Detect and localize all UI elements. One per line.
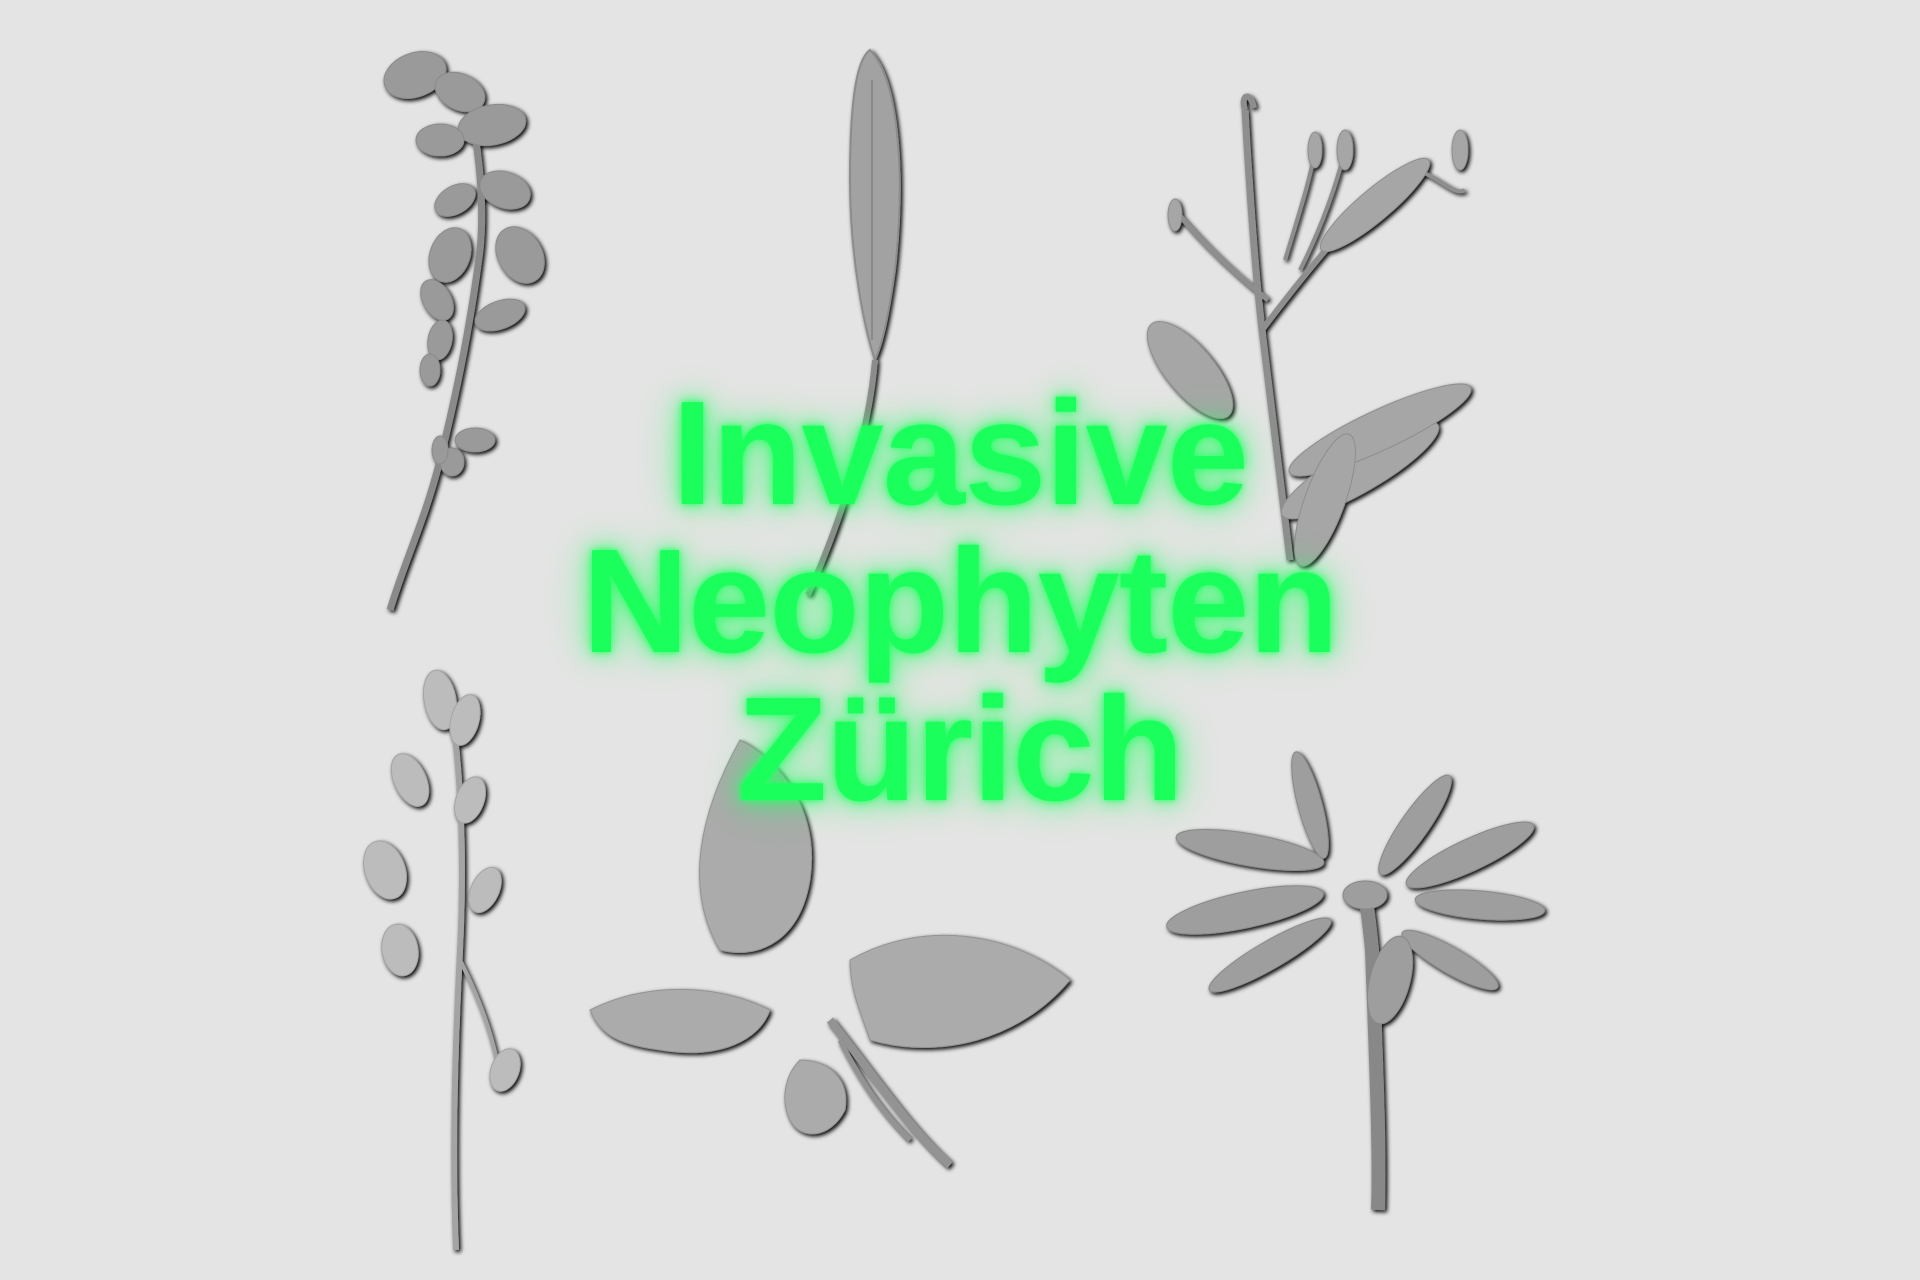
poster: Invasive Neophyten Zürich: [0, 0, 1920, 1280]
title-line-3: Zürich: [736, 667, 1184, 832]
title-line-2: Neophyten: [582, 519, 1339, 684]
title-line-1: Invasive: [671, 371, 1249, 536]
poster-title: Invasive Neophyten Zürich: [0, 380, 1920, 824]
